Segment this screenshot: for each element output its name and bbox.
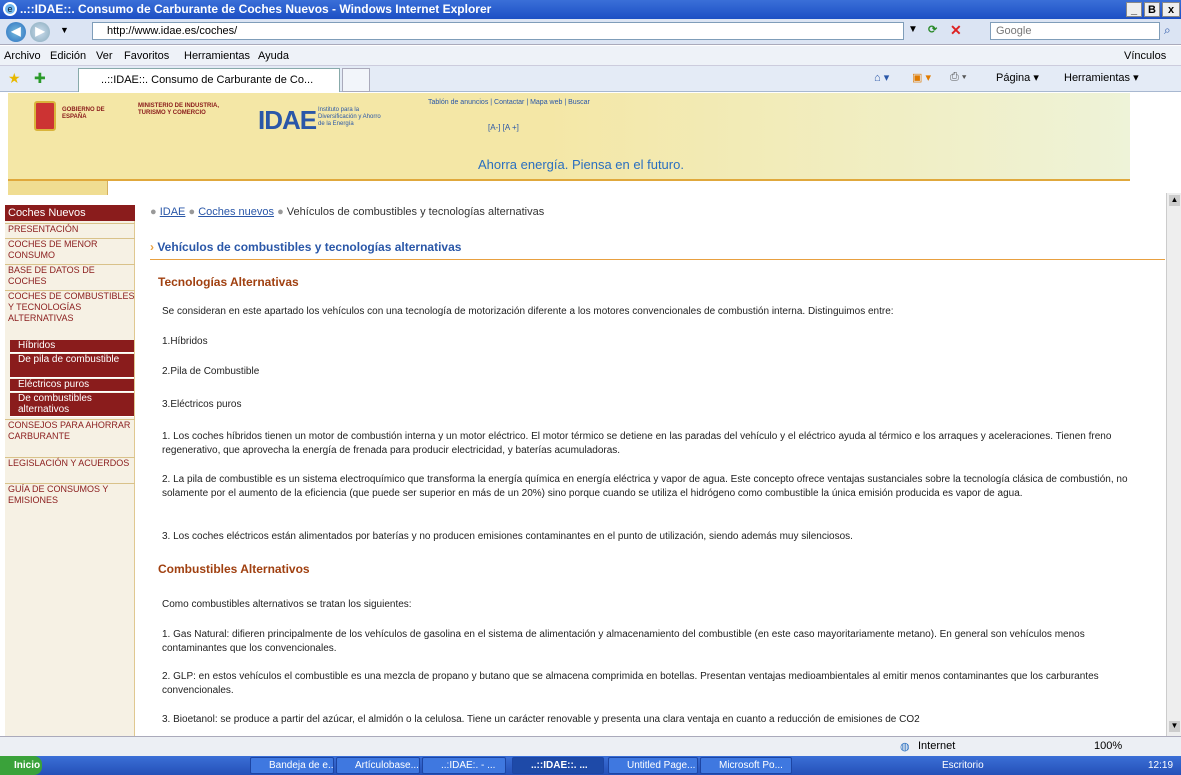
scroll-up-icon[interactable]: ▲ xyxy=(1169,195,1180,206)
sidebar-header[interactable]: Coches Nuevos xyxy=(5,205,135,221)
links-menu[interactable]: Vínculos xyxy=(1124,46,1166,66)
ie-logo-icon: e xyxy=(3,2,17,16)
page-menu-label: Página xyxy=(996,72,1031,84)
bullet-icon: ● xyxy=(277,206,284,218)
sidebar-sub-combustibles[interactable]: De combustibles alternativos xyxy=(10,393,134,417)
taskbar-item-idae2[interactable]: ..::IDAE::. ... xyxy=(512,757,604,774)
idae-logo[interactable]: IDAE xyxy=(258,105,317,136)
language-flags[interactable] xyxy=(8,181,108,195)
taskbar-item-outlook[interactable]: Bandeja de e... xyxy=(250,757,334,774)
minimize-button[interactable]: _ xyxy=(1126,2,1142,17)
taskbar: Inicio Bandeja de e... Artículobase... .… xyxy=(0,756,1181,775)
menu-bar: Archivo Edición Ver Favoritos Herramient… xyxy=(0,46,1181,66)
bullet-icon: ● xyxy=(188,206,196,218)
paragraph-intro: Se consideran en este apartado los vehíc… xyxy=(162,306,894,317)
menu-ayuda[interactable]: Ayuda xyxy=(258,46,289,66)
status-bar: ◍ Internet 100% xyxy=(0,736,1181,756)
address-input[interactable]: http://www.idae.es/coches/ xyxy=(92,22,904,40)
taskbar-item-powerpoint[interactable]: Microsoft Po... xyxy=(700,757,792,774)
clock: 12:19 xyxy=(1148,760,1174,771)
window-title: ..::IDAE::. Consumo de Carburante de Coc… xyxy=(20,2,492,16)
back-button[interactable]: ◀ xyxy=(6,22,26,42)
sidebar-sub-electricos[interactable]: Eléctricos puros xyxy=(10,379,134,392)
print-icon[interactable]: ⎙ ▾ xyxy=(950,71,966,84)
slogan: Ahorra energía. Piensa en el futuro. xyxy=(478,157,684,172)
taskbar-item-idae1[interactable]: ..:IDAE:. - ... xyxy=(422,757,506,774)
page-title-text: Vehículos de combustibles y tecnologías … xyxy=(157,240,462,254)
site-banner: GOBIERNO DE ESPAÑA MINISTERIO DE INDUSTR… xyxy=(8,93,1130,181)
list-item-pila: 2.Pila de Combustible xyxy=(162,366,260,377)
sidebar-item-guia[interactable]: Guía de consumos y emisiones xyxy=(5,483,135,507)
maximize-button[interactable]: B xyxy=(1144,2,1160,17)
paragraph-gas-natural: 1. Gas Natural: difieren principalmente … xyxy=(162,629,1085,654)
sidebar-sub-hibridos[interactable]: Híbridos xyxy=(10,340,134,353)
zone-label: Internet xyxy=(918,740,956,752)
list-item-hibridos: 1.Híbridos xyxy=(162,336,208,347)
address-toolbar: ◀ ▶ ▼ http://www.idae.es/coches/ ▼ ⟳ ✕ G… xyxy=(0,19,1181,45)
list-item-electricos: 3.Eléctricos puros xyxy=(162,399,242,410)
paragraph-pila: 2. La pila de combustible es un sistema … xyxy=(162,474,1128,499)
breadcrumb-coches[interactable]: Coches nuevos xyxy=(198,206,274,218)
new-tab-button[interactable] xyxy=(342,68,370,92)
breadcrumb: ● IDAE ● Coches nuevos ● Vehículos de co… xyxy=(150,206,544,218)
address-dropdown-icon[interactable]: ▼ xyxy=(908,24,918,35)
bullet-icon: ● xyxy=(150,206,157,218)
title-marker-icon: › xyxy=(150,240,154,254)
close-button[interactable]: x xyxy=(1162,2,1180,17)
menu-herramientas[interactable]: Herramientas xyxy=(184,46,250,66)
font-size-controls[interactable]: [A-] [A +] xyxy=(488,123,519,132)
section-title-combustibles: Combustibles Alternativos xyxy=(158,562,310,576)
page-menu[interactable]: Página ▾ xyxy=(996,71,1039,84)
sidebar-item-consejos[interactable]: Consejos para ahorrar carburante xyxy=(5,419,135,455)
scroll-down-icon[interactable]: ▼ xyxy=(1169,721,1180,732)
paragraph-electricos: 3. Los coches eléctricos están alimentad… xyxy=(162,531,853,542)
sidebar-nav: Coches Nuevos Presentación Coches de men… xyxy=(5,205,135,765)
sidebar-item-alternativos[interactable]: Coches de combustibles y tecnologías alt… xyxy=(5,290,135,338)
desktop-toolbar[interactable]: Escritorio xyxy=(942,756,984,775)
refresh-icon[interactable]: ⟳ xyxy=(928,23,937,36)
top-links[interactable]: Tablón de anuncios | Contactar | Mapa we… xyxy=(428,99,590,106)
forward-button[interactable]: ▶ xyxy=(30,22,50,42)
tab-idae[interactable]: ..::IDAE::. Consumo de Carburante de Co.… xyxy=(78,68,340,92)
home-icon[interactable]: ⌂ ▾ xyxy=(874,71,889,84)
menu-favoritos[interactable]: Favoritos xyxy=(124,46,169,66)
breadcrumb-idae[interactable]: IDAE xyxy=(160,206,186,218)
paragraph-combustibles-intro: Como combustibles alternativos se tratan… xyxy=(162,599,412,610)
start-button[interactable]: Inicio xyxy=(0,756,42,775)
feeds-icon[interactable]: ▣ ▾ xyxy=(912,71,931,84)
sidebar-sub-pila[interactable]: De pila de combustible xyxy=(10,354,134,378)
spain-coat-of-arms-icon xyxy=(34,101,56,131)
page-scrollbar[interactable]: ▲ ▼ xyxy=(1166,193,1181,736)
tools-menu[interactable]: Herramientas ▾ xyxy=(1064,71,1139,84)
page-title: › Vehículos de combustibles y tecnología… xyxy=(150,240,1165,260)
taskbar-item-untitled[interactable]: Untitled Page... xyxy=(608,757,698,774)
breadcrumb-current: Vehículos de combustibles y tecnologías … xyxy=(286,206,545,218)
favorites-star-icon[interactable]: ★ xyxy=(8,70,21,87)
add-favorite-icon[interactable]: ✚ xyxy=(34,70,46,87)
internet-zone-icon: ◍ xyxy=(900,741,910,753)
menu-ver[interactable]: Ver xyxy=(96,46,113,66)
menu-edicion[interactable]: Edición xyxy=(50,46,86,66)
sidebar-item-presentacion[interactable]: Presentación xyxy=(5,223,135,236)
ministry-label: MINISTERIO DE INDUSTRIA, TURISMO Y COMER… xyxy=(138,103,220,116)
paragraph-glp: 2. GLP: en estos vehículos el combustibl… xyxy=(162,671,1099,696)
sidebar-item-menor-consumo[interactable]: Coches de menor consumo xyxy=(5,238,135,262)
section-title-tecnologias: Tecnologías Alternativas xyxy=(158,275,299,289)
paragraph-hibridos: 1. Los coches híbridos tienen un motor d… xyxy=(162,431,1112,456)
taskbar-item-articulo[interactable]: Artículobase... xyxy=(336,757,420,774)
zoom-level[interactable]: 100% xyxy=(1094,740,1122,752)
gov-label: GOBIERNO DE ESPAÑA xyxy=(62,107,105,120)
paragraph-bioetanol: 3. Bioetanol: se produce a partir del az… xyxy=(162,714,920,725)
search-icon[interactable]: ⌕ xyxy=(1164,23,1171,38)
idae-logo-subtitle: Instituto para la Diversificación y Ahor… xyxy=(318,107,381,127)
window-title-bar: ..::IDAE::. Consumo de Carburante de Coc… xyxy=(0,0,1181,19)
menu-archivo[interactable]: Archivo xyxy=(4,46,41,66)
tab-toolbar: ★ ✚ ..::IDAE::. Consumo de Carburante de… xyxy=(0,66,1181,92)
tools-menu-label: Herramientas xyxy=(1064,72,1131,84)
stop-icon[interactable]: ✕ xyxy=(950,22,962,39)
history-dropdown-icon[interactable]: ▼ xyxy=(60,25,69,35)
sidebar-item-base-datos[interactable]: Base de datos de coches xyxy=(5,264,135,288)
search-input[interactable]: Google xyxy=(990,22,1160,40)
sidebar-item-legislacion[interactable]: Legislación y acuerdos xyxy=(5,457,135,481)
